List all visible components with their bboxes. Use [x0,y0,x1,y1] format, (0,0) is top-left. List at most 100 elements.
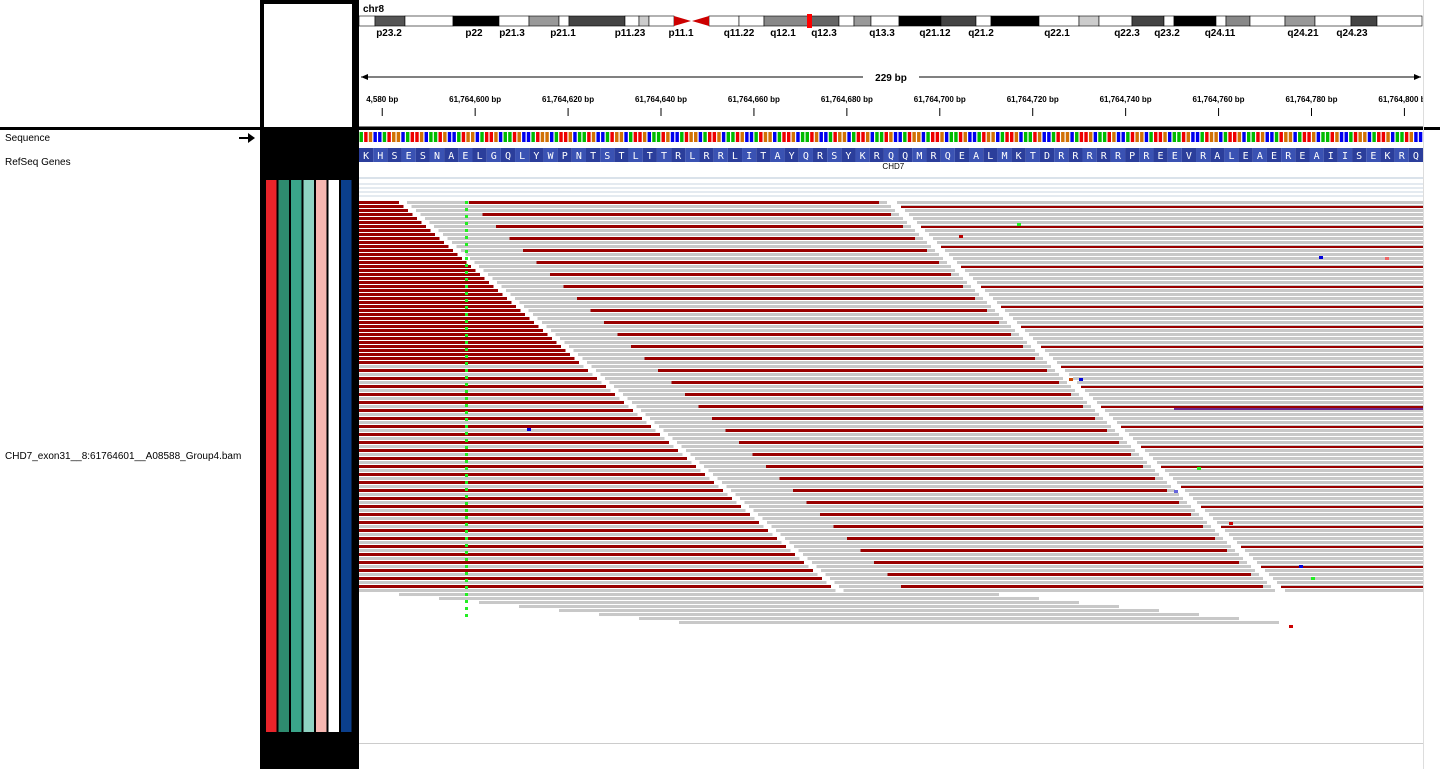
aligned-read[interactable] [359,461,692,464]
soft-clipped-read[interactable] [359,401,624,404]
mismatch-base[interactable] [465,579,468,582]
aligned-read[interactable] [973,277,1423,280]
mismatch-base[interactable] [465,215,468,218]
soft-clipped-read[interactable] [359,369,588,372]
cytoband[interactable] [810,15,840,27]
cytoband[interactable] [638,15,650,27]
cytoband[interactable] [1163,15,1175,27]
aligned-read[interactable] [439,597,1039,600]
aligned-read[interactable] [359,453,683,456]
aligned-read[interactable] [735,493,1180,496]
soft-clipped-read[interactable] [359,281,489,284]
mismatch-base[interactable] [1079,378,1083,381]
mismatch-base[interactable] [465,278,468,281]
cytoband[interactable] [1215,15,1227,27]
aligned-read[interactable] [913,217,1423,220]
soft-clipped-read[interactable] [1281,586,1423,588]
aligned-read[interactable] [997,301,1423,304]
aligned-read[interactable] [599,613,1199,616]
mismatch-base[interactable] [1197,467,1201,470]
soft-clipped-read[interactable] [359,241,444,244]
aligned-read[interactable] [641,409,1095,412]
aligned-read[interactable] [359,405,629,408]
aligned-read[interactable] [359,501,737,504]
aligned-read[interactable] [632,401,1087,404]
soft-clipped-read[interactable] [901,206,1423,208]
mismatch-base[interactable] [465,481,468,484]
aligned-read[interactable] [762,517,1204,520]
soft-clipped-read[interactable] [563,285,964,288]
cytoband[interactable] [1284,15,1316,27]
mismatch-base[interactable] [465,292,468,295]
mismatch-base[interactable] [465,243,468,246]
soft-clipped-read[interactable] [359,553,795,556]
soft-clipped-read[interactable] [359,321,534,324]
cytoband[interactable] [1314,15,1352,27]
aligned-read[interactable] [359,493,728,496]
soft-clipped-read[interactable] [359,293,503,296]
cytoband[interactable] [1376,15,1423,27]
soft-clipped-read[interactable] [1081,386,1423,388]
mismatch-base[interactable] [959,235,963,238]
soft-clipped-read[interactable] [359,385,606,388]
aligned-read[interactable] [909,213,1423,216]
aligned-read[interactable] [740,497,1183,500]
aligned-read[interactable] [1249,553,1423,556]
aligned-read[interactable] [438,229,916,232]
aligned-read[interactable] [843,589,1276,592]
cytoband[interactable] [1249,15,1286,27]
aligned-read[interactable] [546,325,1012,328]
soft-clipped-read[interactable] [359,297,507,300]
soft-clipped-read[interactable] [941,246,1423,248]
track-name-bam[interactable]: CHD7_exon31__8:61764601__A08588_Group4.b… [5,451,241,462]
aligned-read[interactable] [359,573,818,576]
aligned-read[interactable] [359,525,764,528]
mismatch-base[interactable] [465,488,468,491]
aligned-read[interactable] [807,557,1244,560]
soft-clipped-read[interactable] [921,226,1423,228]
soft-clipped-read[interactable] [359,585,831,588]
right-arrow-icon[interactable] [238,132,256,144]
aligned-read[interactable] [578,353,1039,356]
mismatch-base[interactable] [465,495,468,498]
mismatch-base[interactable] [465,593,468,596]
aligned-read[interactable] [1009,313,1423,316]
aligned-read[interactable] [524,305,991,308]
soft-clipped-read[interactable] [901,585,1263,588]
aligned-read[interactable] [753,509,1196,512]
cytoband[interactable] [374,15,406,27]
aligned-read[interactable] [1149,453,1423,456]
aligned-read[interactable] [1165,469,1423,472]
aligned-read[interactable] [686,449,1135,452]
aligned-read[interactable] [399,593,999,596]
soft-clipped-read[interactable] [359,317,530,320]
mismatch-base[interactable] [465,460,468,463]
aligned-read[interactable] [993,297,1423,300]
aligned-read[interactable] [925,229,1423,232]
cytoband[interactable] [1078,15,1100,27]
cytoband[interactable] [404,15,454,27]
mismatch-base[interactable] [465,516,468,519]
aligned-read[interactable] [359,549,791,552]
cytoband[interactable] [1131,15,1165,27]
aligned-read[interactable] [1069,373,1423,376]
aligned-read[interactable] [1257,561,1423,564]
cytoband[interactable] [838,15,855,27]
aligned-read[interactable] [1073,377,1423,380]
aligned-read[interactable] [1157,461,1423,464]
mismatch-base[interactable] [465,502,468,505]
mismatch-base[interactable] [1229,522,1233,525]
soft-clipped-read[interactable] [359,341,557,344]
soft-clipped-read[interactable] [359,537,777,540]
cytoband[interactable] [870,15,900,27]
soft-clipped-read[interactable] [359,345,561,348]
cytoband[interactable] [1225,15,1251,27]
mismatch-base[interactable] [465,362,468,365]
mismatch-base[interactable] [1319,256,1323,259]
aligned-read[interactable] [425,217,903,220]
aligned-read[interactable] [722,481,1167,484]
soft-clipped-read[interactable] [359,433,660,436]
aligned-read[interactable] [1017,321,1423,324]
aligned-read[interactable] [969,273,1423,276]
aligned-read[interactable] [359,397,620,400]
